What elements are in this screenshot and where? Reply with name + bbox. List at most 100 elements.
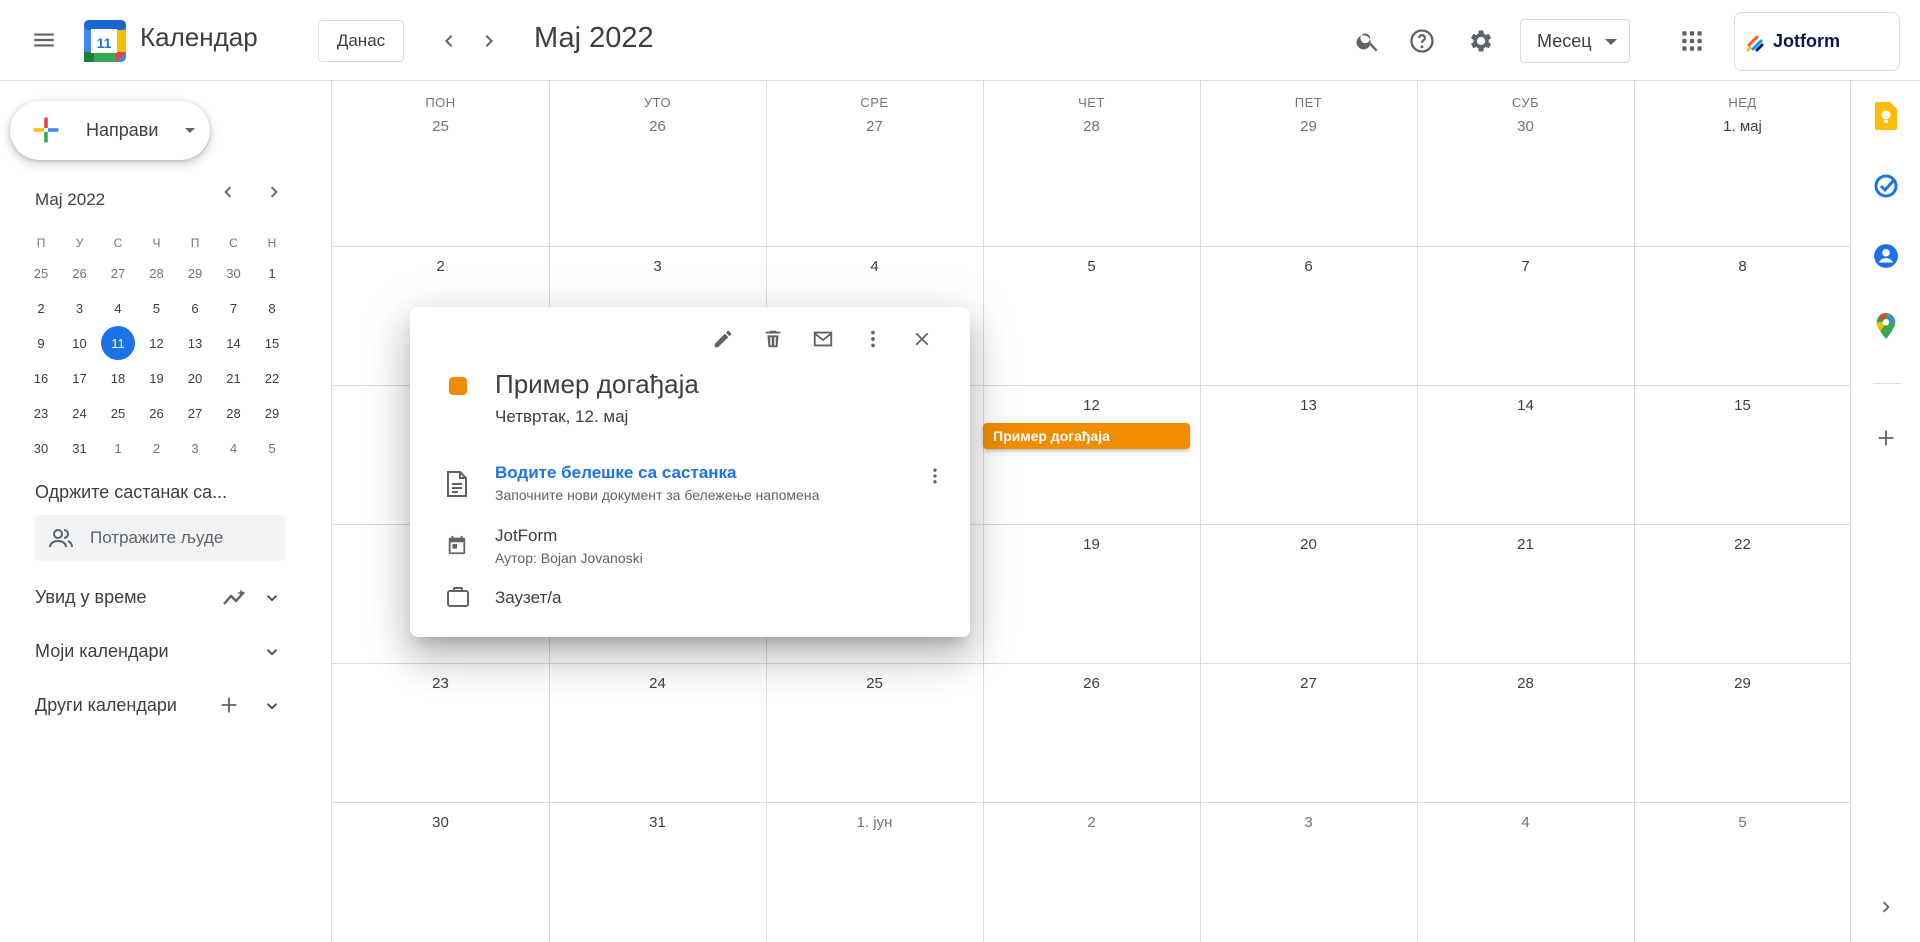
- mini-day[interactable]: 2: [24, 291, 58, 325]
- other-calendars-heading[interactable]: Други календари: [35, 695, 177, 716]
- mini-day[interactable]: 25: [101, 396, 135, 430]
- mini-day[interactable]: 21: [217, 361, 251, 395]
- mini-day[interactable]: 8: [255, 291, 289, 325]
- mini-day[interactable]: 2: [140, 431, 174, 465]
- mini-day[interactable]: 3: [178, 431, 212, 465]
- my-calendars-heading[interactable]: Моји календари: [35, 641, 169, 662]
- event-chip[interactable]: Пример догађаја: [983, 423, 1190, 449]
- delete-event-button[interactable]: [753, 319, 793, 359]
- mini-day[interactable]: 13: [178, 326, 212, 360]
- view-selector[interactable]: Месец: [1520, 19, 1630, 63]
- mini-day[interactable]: 27: [101, 256, 135, 290]
- mini-day[interactable]: 15: [255, 326, 289, 360]
- day-number[interactable]: 2: [332, 258, 549, 275]
- day-number[interactable]: 31: [549, 814, 766, 831]
- mini-day[interactable]: 23: [24, 396, 58, 430]
- create-button[interactable]: Направи: [10, 101, 210, 160]
- keep-button[interactable]: [1863, 93, 1909, 139]
- day-number[interactable]: 15: [1634, 397, 1851, 414]
- day-number[interactable]: 27: [1200, 675, 1417, 692]
- mini-next-month-button[interactable]: [258, 176, 290, 208]
- notes-more-button[interactable]: [915, 456, 955, 496]
- mini-day[interactable]: 14: [217, 326, 251, 360]
- mini-day[interactable]: 16: [24, 361, 58, 395]
- mini-day[interactable]: 19: [140, 361, 174, 395]
- more-options-button[interactable]: [853, 319, 893, 359]
- day-number[interactable]: 23: [332, 675, 549, 692]
- tasks-button[interactable]: [1863, 163, 1909, 209]
- day-number[interactable]: 3: [549, 258, 766, 275]
- contacts-button[interactable]: [1863, 233, 1909, 279]
- day-number[interactable]: 5: [983, 258, 1200, 275]
- day-number[interactable]: 29: [1634, 675, 1851, 692]
- help-button[interactable]: [1398, 17, 1446, 65]
- mini-day[interactable]: 24: [63, 396, 97, 430]
- mini-day[interactable]: 25: [24, 256, 58, 290]
- mini-day[interactable]: 1: [101, 431, 135, 465]
- day-number[interactable]: 7: [1417, 258, 1634, 275]
- main-menu-button[interactable]: [20, 16, 68, 64]
- mini-day[interactable]: 10: [63, 326, 97, 360]
- today-button[interactable]: Данас: [318, 20, 404, 62]
- day-number[interactable]: 8: [1634, 258, 1851, 275]
- day-number[interactable]: 1. јун: [766, 814, 983, 831]
- mini-prev-month-button[interactable]: [212, 176, 244, 208]
- mini-day[interactable]: 29: [178, 256, 212, 290]
- search-button[interactable]: [1344, 17, 1392, 65]
- settings-button[interactable]: [1456, 17, 1504, 65]
- mini-day[interactable]: 31: [63, 431, 97, 465]
- day-number[interactable]: 13: [1200, 397, 1417, 414]
- mini-day[interactable]: 27: [178, 396, 212, 430]
- day-number[interactable]: 21: [1417, 536, 1634, 553]
- day-number[interactable]: 29: [1200, 118, 1417, 135]
- next-period-button[interactable]: [465, 17, 513, 65]
- mini-day[interactable]: 30: [217, 256, 251, 290]
- search-people-input[interactable]: Потражите људе: [35, 515, 285, 561]
- day-number[interactable]: 25: [332, 118, 549, 135]
- chevron-down-icon[interactable]: [262, 588, 282, 608]
- mini-day[interactable]: 5: [255, 431, 289, 465]
- show-side-panel-button[interactable]: [1863, 884, 1909, 930]
- mini-day[interactable]: 26: [140, 396, 174, 430]
- mini-day[interactable]: 20: [178, 361, 212, 395]
- mini-day[interactable]: 28: [140, 256, 174, 290]
- mini-day[interactable]: 26: [63, 256, 97, 290]
- mini-day[interactable]: 18: [101, 361, 135, 395]
- day-number[interactable]: 12: [983, 397, 1200, 414]
- chevron-down-icon[interactable]: [262, 642, 282, 662]
- email-guests-button[interactable]: [803, 319, 843, 359]
- get-addons-button[interactable]: [1863, 415, 1909, 461]
- mini-day[interactable]: 4: [101, 291, 135, 325]
- day-number[interactable]: 2: [983, 814, 1200, 831]
- mini-day[interactable]: 30: [24, 431, 58, 465]
- day-number[interactable]: 25: [766, 675, 983, 692]
- day-number[interactable]: 20: [1200, 536, 1417, 553]
- day-number[interactable]: 30: [1417, 118, 1634, 135]
- day-number[interactable]: 4: [766, 258, 983, 275]
- day-number[interactable]: 22: [1634, 536, 1851, 553]
- day-number[interactable]: 1. мај: [1634, 118, 1851, 135]
- google-apps-button[interactable]: [1668, 17, 1716, 65]
- mini-day[interactable]: 17: [63, 361, 97, 395]
- day-number[interactable]: 4: [1417, 814, 1634, 831]
- mini-day[interactable]: 7: [217, 291, 251, 325]
- day-number[interactable]: 26: [983, 675, 1200, 692]
- mini-day[interactable]: 12: [140, 326, 174, 360]
- mini-day[interactable]: 3: [63, 291, 97, 325]
- insights-icon[interactable]: [222, 586, 248, 610]
- edit-event-button[interactable]: [703, 319, 743, 359]
- close-popover-button[interactable]: [902, 319, 942, 359]
- day-number[interactable]: 5: [1634, 814, 1851, 831]
- day-number[interactable]: 28: [1417, 675, 1634, 692]
- mini-day[interactable]: 28: [217, 396, 251, 430]
- day-number[interactable]: 14: [1417, 397, 1634, 414]
- day-number[interactable]: 30: [332, 814, 549, 831]
- day-number[interactable]: 26: [549, 118, 766, 135]
- day-number[interactable]: 27: [766, 118, 983, 135]
- mini-day-today[interactable]: 11: [101, 326, 135, 360]
- day-number[interactable]: 3: [1200, 814, 1417, 831]
- mini-day[interactable]: 22: [255, 361, 289, 395]
- day-number[interactable]: 28: [983, 118, 1200, 135]
- mini-day[interactable]: 4: [217, 431, 251, 465]
- day-number[interactable]: 19: [983, 536, 1200, 553]
